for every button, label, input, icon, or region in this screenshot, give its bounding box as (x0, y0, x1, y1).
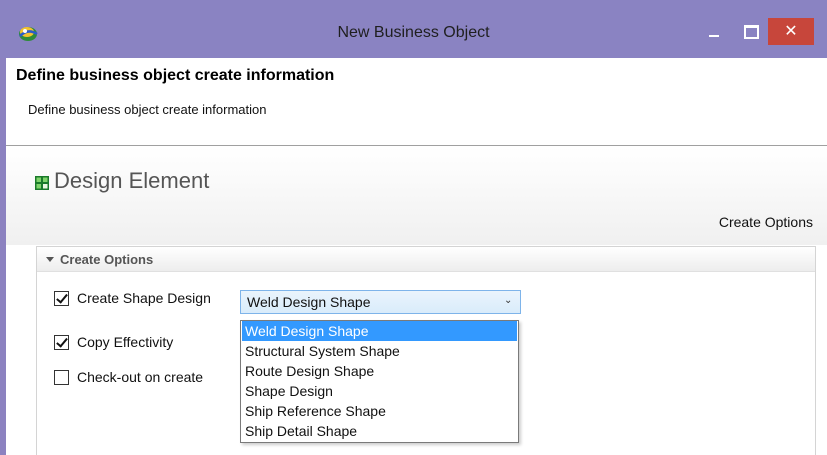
shape-type-combo[interactable]: Weld Design Shape ⌄ (240, 290, 521, 314)
dropdown-option[interactable]: Route Design Shape (242, 361, 517, 381)
create-shape-design-checkbox[interactable] (54, 291, 69, 306)
copy-effectivity-checkbox[interactable] (54, 335, 69, 350)
create-shape-design-label: Create Shape Design (77, 290, 211, 306)
section-title: Create Options (60, 252, 154, 267)
form-title: Design Element (54, 168, 210, 193)
dropdown-option[interactable]: Ship Detail Shape (242, 421, 517, 441)
checkout-on-create-checkbox[interactable] (54, 370, 69, 385)
shape-type-dropdown-list: Weld Design Shape Structural System Shap… (240, 320, 519, 443)
title-bar[interactable]: New Business Object ✕ (0, 0, 827, 58)
create-options-section-header[interactable]: Create Options (37, 247, 815, 272)
dropdown-option[interactable]: Shape Design (242, 381, 517, 401)
close-button[interactable]: ✕ (768, 18, 814, 45)
page-title: Define business object create informatio… (16, 67, 335, 84)
design-element-icon (35, 176, 49, 190)
checkout-on-create-label: Check-out on create (77, 369, 204, 385)
collapse-triangle-icon[interactable] (46, 257, 54, 262)
copy-effectivity-label: Copy Effectivity (77, 334, 174, 350)
wizard-header: Define business object create informatio… (6, 58, 827, 146)
dropdown-option[interactable]: Ship Reference Shape (242, 401, 517, 421)
maximize-button[interactable] (735, 18, 763, 45)
minimize-button[interactable] (700, 18, 728, 45)
page-description: Define business object create informatio… (28, 102, 267, 117)
combo-selected-value: Weld Design Shape (247, 294, 371, 310)
chevron-down-icon[interactable]: ⌄ (504, 295, 514, 306)
form-header: Design Element Create Options (6, 147, 827, 245)
dialog-window: New Business Object ✕ Define business ob… (0, 0, 827, 455)
close-icon: ✕ (784, 23, 798, 40)
create-options-link[interactable]: Create Options (719, 214, 813, 230)
dropdown-option[interactable]: Weld Design Shape (242, 321, 517, 341)
dropdown-option[interactable]: Structural System Shape (242, 341, 517, 361)
